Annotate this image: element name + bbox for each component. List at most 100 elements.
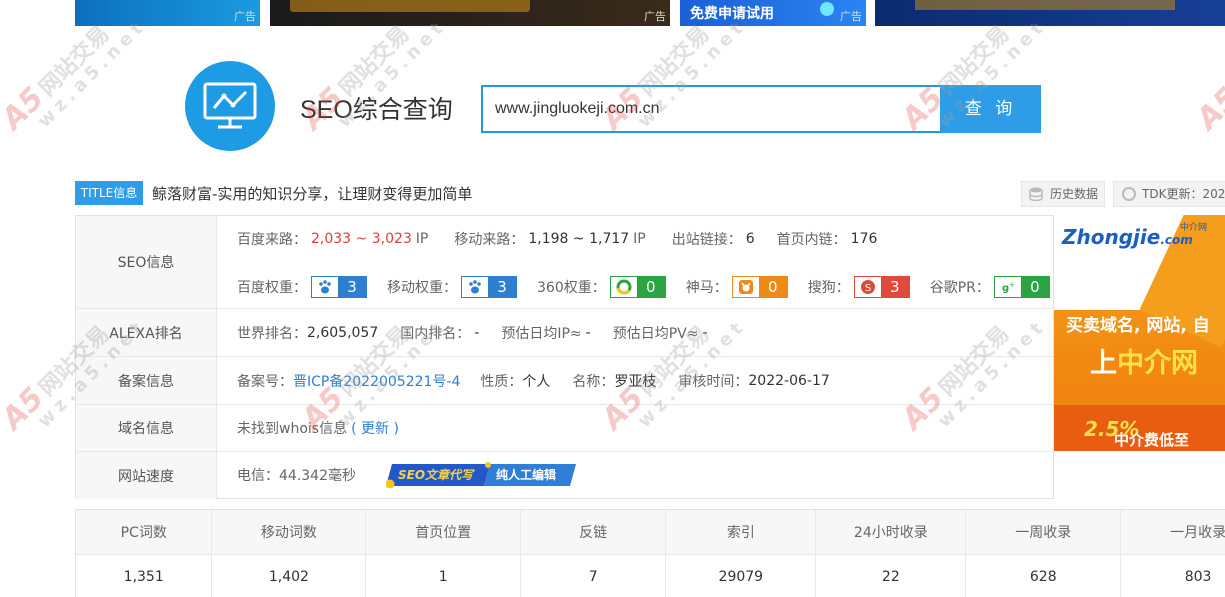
refresh-icon: [1122, 187, 1136, 201]
baidu-mobile-paw-icon: [462, 277, 488, 297]
whois-line: 未找到whois信息 ( 更新 ): [237, 417, 399, 439]
alexa-line: 世界排名： 2,605,057 国内排名： - 预估日均IP≈ - 预估日均PV…: [237, 322, 730, 344]
search-button[interactable]: 查 询: [940, 85, 1041, 133]
google-pr-value: 0: [1020, 277, 1049, 297]
stats-header-index: 索引: [666, 510, 817, 554]
mobile-source-value[interactable]: 1,198 ~ 1,717: [528, 231, 629, 247]
seo-logo[interactable]: [185, 61, 275, 151]
top-ad-strip: 广告 广告 免费申请试用 广告: [0, 0, 1225, 26]
row-label: ALEXA排名: [76, 309, 217, 356]
ad-banner-1[interactable]: 广告: [75, 0, 260, 26]
stats-header-week: 一周收录: [966, 510, 1122, 554]
stats-header-month: 一月收录: [1121, 510, 1225, 554]
outlinks-value[interactable]: 6: [746, 231, 755, 247]
seo-info-row: SEO信息 百度来路： 2,033 ~ 3,023 IP 移动来路： 1,198…: [76, 216, 1053, 309]
shenma-rank-value: 0: [758, 277, 787, 297]
row-label: 备案信息: [76, 357, 217, 404]
stats-table: PC词数 移动词数 首页位置 反链 索引 24小时收录 一周收录 一月收录 1,…: [75, 509, 1225, 597]
tdk-update-button[interactable]: TDK更新：2022: [1113, 181, 1225, 207]
seo-source-line: 百度来路： 2,033 ~ 3,023 IP 移动来路： 1,198 ~ 1,7…: [237, 228, 899, 250]
search-box: [481, 85, 941, 133]
tdk-update-label: TDK更新：2022: [1142, 187, 1225, 201]
page-title: SEO综合查询: [300, 96, 453, 124]
stats-value-index[interactable]: 29079: [666, 555, 817, 597]
icp-number-link[interactable]: 晋ICP备2022005221号-4: [293, 371, 460, 391]
stats-value-24h[interactable]: 22: [816, 555, 967, 597]
ad-banner-2[interactable]: 广告: [270, 0, 670, 26]
seo-banner-right: 纯人工编辑: [496, 468, 557, 482]
ad-tag: 广告: [840, 10, 862, 23]
stats-value-month[interactable]: 803: [1121, 555, 1225, 597]
svg-text:S: S: [865, 283, 871, 294]
baidu-source-value[interactable]: 2,033 ~ 3,023: [311, 231, 412, 247]
domestic-rank-value: -: [474, 325, 480, 341]
360-rank-value: 0: [636, 277, 665, 297]
mobile-source-unit: IP: [633, 231, 646, 247]
icp-date-label: 审核时间：: [678, 374, 749, 390]
est-ip-label: 预估日均IP≈: [501, 326, 582, 342]
stats-header-24h: 24小时收录: [816, 510, 967, 554]
domestic-rank-label: 国内排名：: [400, 326, 471, 342]
rank-label-google: 谷歌PR：: [929, 280, 990, 296]
shenma-rank-badge[interactable]: 0: [731, 276, 788, 298]
rank-label-360: 360权重：: [537, 280, 606, 296]
360-rank-badge[interactable]: 0: [609, 276, 666, 298]
side-ad-line2: 上中介网: [1090, 348, 1198, 379]
database-icon: [1029, 187, 1043, 201]
seo-writing-banner[interactable]: SEO文章代写 纯人工编辑: [386, 462, 576, 488]
sogou-icon: S: [855, 277, 881, 297]
stats-value-mobile[interactable]: 1,402: [212, 555, 367, 597]
seo-info-table: SEO信息 百度来路： 2,033 ~ 3,023 IP 移动来路： 1,198…: [75, 215, 1054, 499]
baidu-source-unit: IP: [415, 231, 429, 247]
mobile-rank-value: 3: [488, 277, 516, 297]
icp-row: 备案信息 备案号： 晋ICP备2022005221号-4 性质： 个人 名称： …: [76, 357, 1053, 405]
seo-banner-left: SEO文章代写: [398, 468, 474, 482]
stats-value-backlinks[interactable]: 7: [521, 555, 667, 597]
mobile-source-label: 移动来路：: [454, 232, 525, 248]
mobile-rank-badge[interactable]: 3: [461, 276, 517, 298]
sogou-rank-badge[interactable]: S 3: [853, 276, 910, 298]
est-pv-label: 预估日均PV≈: [612, 326, 699, 342]
icp-name-label: 名称：: [572, 374, 615, 390]
stats-value-pc[interactable]: 1,351: [76, 555, 213, 597]
ad-tag: 广告: [644, 10, 666, 23]
speed-line: 电信：44.342毫秒 SEO文章代写 纯人工编辑: [237, 462, 576, 488]
stats-value-home-position[interactable]: 1: [366, 555, 522, 597]
icp-nature-label: 性质：: [480, 374, 523, 390]
side-ad-logo-bar: Zhongjie.com 中介网: [1054, 215, 1225, 348]
rank-line: 百度权重： 3 移动权重： 3 360权重： 0 神马： 0 搜狗： S 3 谷…: [237, 276, 1070, 298]
ad-banner-4[interactable]: [875, 0, 1225, 26]
search-input[interactable]: [495, 87, 935, 131]
est-pv-value: -: [702, 325, 708, 341]
stats-value-week[interactable]: 628: [966, 555, 1122, 597]
rank-label-mobile: 移动权重：: [387, 280, 457, 296]
svg-text:+: +: [1009, 281, 1015, 289]
google-plus-icon: g +: [995, 277, 1021, 297]
title-badge: TITLE信息: [75, 181, 143, 205]
stats-header-home-position: 首页位置: [366, 510, 522, 554]
watermark: A5: [1190, 80, 1225, 137]
ad-banner-3[interactable]: 免费申请试用 广告: [680, 0, 866, 26]
row-label: 网站速度: [76, 452, 217, 499]
speed-row: 网站速度 电信：44.342毫秒 SEO文章代写 纯人工编辑: [76, 452, 1053, 499]
zhongjie-side-ad[interactable]: Zhongjie.com 中介网 买卖域名, 网站, 自 上中介网 中介费低至 2…: [1054, 215, 1225, 451]
stats-header-row: PC词数 移动词数 首页位置 反链 索引 24小时收录 一周收录 一月收录: [76, 510, 1225, 554]
whois-update-link[interactable]: ( 更新 ): [351, 418, 399, 438]
whois-row: 域名信息 未找到whois信息 ( 更新 ): [76, 405, 1053, 452]
icp-date-value: 2022-06-17: [748, 373, 830, 389]
baidu-rank-badge[interactable]: 3: [311, 276, 367, 298]
history-data-button[interactable]: 历史数据: [1021, 181, 1105, 207]
outlinks-label: 出站链接：: [671, 232, 742, 248]
page: 广告 广告 免费申请试用 广告 SEO综合查询 查 询 TITLE信息 鲸落财富-…: [0, 0, 1225, 597]
sogou-rank-value: 3: [880, 277, 909, 297]
inlinks-value[interactable]: 176: [851, 231, 878, 247]
speed-text: 电信：44.342毫秒: [237, 468, 356, 484]
side-ad-line1: 买卖域名, 网站, 自: [1066, 316, 1210, 336]
icp-line: 备案号： 晋ICP备2022005221号-4 性质： 个人 名称： 罗亚枝 审…: [237, 370, 852, 392]
baidu-rank-value: 3: [338, 277, 366, 297]
rank-label-baidu: 百度权重：: [237, 280, 307, 296]
google-pr-badge[interactable]: g + 0: [993, 276, 1050, 298]
baidu-paw-icon: [312, 277, 338, 297]
history-data-label: 历史数据: [1050, 187, 1099, 201]
stats-header-mobile: 移动词数: [212, 510, 367, 554]
